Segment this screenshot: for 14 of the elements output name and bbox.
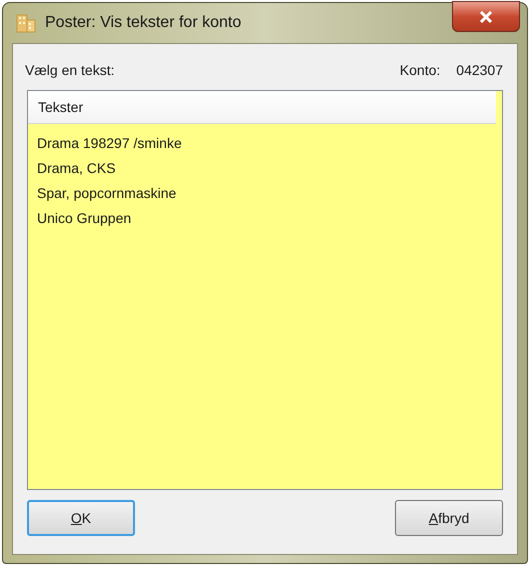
account-label: Konto: bbox=[400, 60, 440, 80]
close-button[interactable] bbox=[452, 1, 520, 32]
ok-button[interactable]: OK bbox=[27, 500, 135, 536]
list-item[interactable]: Drama, CKS bbox=[28, 156, 502, 181]
close-icon bbox=[479, 10, 493, 22]
column-header[interactable]: Tekster bbox=[28, 91, 496, 124]
prompt-label: Vælg en tekst: bbox=[25, 60, 114, 80]
account-value: 042307 bbox=[456, 60, 503, 80]
cancel-button[interactable]: Afbryd bbox=[395, 500, 503, 536]
window-title: Poster: Vis tekster for konto bbox=[45, 13, 242, 33]
buildings-icon bbox=[15, 12, 37, 34]
list-item[interactable]: Unico Gruppen bbox=[28, 206, 502, 231]
list-item[interactable]: Drama 198297 /sminke bbox=[28, 131, 502, 156]
list-item[interactable]: Spar, popcornmaskine bbox=[28, 181, 502, 206]
